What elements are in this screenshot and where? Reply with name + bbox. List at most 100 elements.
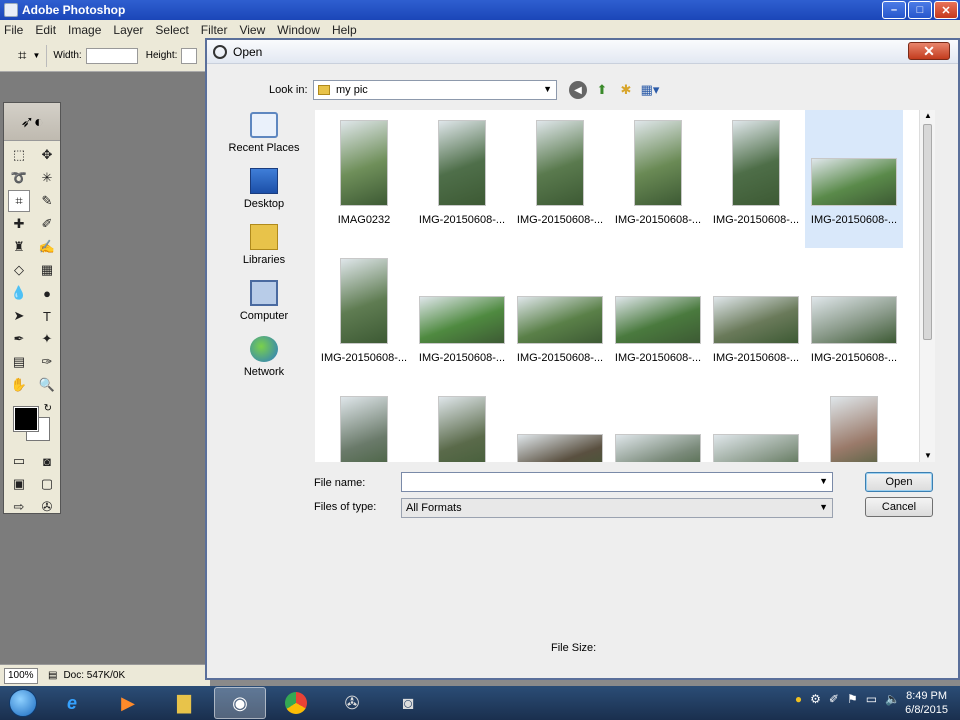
- up-folder-icon[interactable]: ⬆: [593, 81, 611, 99]
- taskbar-explorer[interactable]: ▇: [158, 687, 210, 719]
- crop-tool-button-icon[interactable]: ⌗: [8, 190, 30, 212]
- volume-icon[interactable]: 🔈: [885, 692, 900, 706]
- place-desktop[interactable]: Desktop: [225, 168, 303, 224]
- swap-colors-icon[interactable]: ↻: [44, 403, 52, 414]
- maximize-button[interactable]: □: [908, 1, 932, 19]
- toolbox-header-icon[interactable]: ➶◐: [4, 103, 60, 141]
- taskbar-chrome[interactable]: [270, 687, 322, 719]
- marquee-tool-icon[interactable]: ⬚: [8, 144, 30, 166]
- tray-cleaner-icon[interactable]: ✐: [829, 692, 839, 706]
- move-tool-icon[interactable]: ✥: [36, 144, 58, 166]
- new-folder-icon[interactable]: ✱: [617, 81, 635, 99]
- action-center-flag-icon[interactable]: ⚑: [847, 692, 858, 706]
- height-input[interactable]: [181, 47, 198, 64]
- hand-tool-icon[interactable]: ✋: [8, 374, 30, 396]
- zoom-tool-icon[interactable]: 🔍: [36, 374, 58, 396]
- menu-file[interactable]: File: [4, 23, 23, 37]
- eraser-tool-icon[interactable]: ◇: [8, 259, 30, 281]
- place-computer[interactable]: Computer: [225, 280, 303, 336]
- dialog-close-button[interactable]: ✕: [908, 42, 950, 60]
- menu-image[interactable]: Image: [68, 23, 101, 37]
- file-item[interactable]: [707, 386, 805, 462]
- file-item[interactable]: IMG-20150608-...: [609, 110, 707, 248]
- taskbar-photoshop[interactable]: ◉: [214, 687, 266, 719]
- open-button[interactable]: Open: [865, 472, 933, 492]
- slice-tool-icon[interactable]: ✎: [36, 190, 58, 212]
- minimize-button[interactable]: –: [882, 1, 906, 19]
- path-selection-tool-icon[interactable]: ➤: [8, 305, 30, 327]
- back-icon[interactable]: ◀: [569, 81, 587, 99]
- menu-filter[interactable]: Filter: [201, 23, 228, 37]
- shape-tool-icon[interactable]: ✦: [36, 328, 58, 350]
- file-item[interactable]: IMG-20150608-...: [609, 248, 707, 386]
- scroll-down-icon[interactable]: ▼: [924, 451, 932, 460]
- file-item[interactable]: [609, 386, 707, 462]
- file-item[interactable]: IMG-20150608-...: [707, 110, 805, 248]
- chevron-down-icon[interactable]: ▼: [819, 476, 828, 486]
- cancel-button[interactable]: Cancel: [865, 497, 933, 517]
- network-status-icon[interactable]: ▭: [866, 692, 877, 706]
- file-item[interactable]: [413, 386, 511, 462]
- zoom-level-field[interactable]: 100%: [4, 667, 38, 684]
- clone-stamp-tool-icon[interactable]: ♜: [8, 236, 30, 258]
- screen-mode-full-icon[interactable]: ▢: [36, 473, 58, 495]
- eyedropper-tool-icon[interactable]: ✑: [36, 351, 58, 373]
- menu-help[interactable]: Help: [332, 23, 357, 37]
- gradient-tool-icon[interactable]: ▦: [36, 259, 58, 281]
- look-in-dropdown[interactable]: my pic ▼: [313, 80, 557, 100]
- file-item[interactable]: [315, 386, 413, 462]
- pen-tool-icon[interactable]: ✒: [8, 328, 30, 350]
- magic-wand-tool-icon[interactable]: ✳: [36, 167, 58, 189]
- file-item[interactable]: IMG-20150608-...: [707, 248, 805, 386]
- menu-layer[interactable]: Layer: [113, 23, 143, 37]
- file-item[interactable]: [805, 386, 903, 462]
- place-recent-places[interactable]: Recent Places: [225, 112, 303, 168]
- menu-window[interactable]: Window: [277, 23, 320, 37]
- taskbar-internet-explorer[interactable]: e: [46, 687, 98, 719]
- file-item[interactable]: IMG-20150608-...: [413, 248, 511, 386]
- width-input[interactable]: [85, 47, 138, 64]
- taskbar-media-player[interactable]: ▶: [102, 687, 154, 719]
- brush-tool-icon[interactable]: ✐: [36, 213, 58, 235]
- place-libraries[interactable]: Libraries: [225, 224, 303, 280]
- view-menu-icon[interactable]: ▦▾: [641, 81, 660, 99]
- tray-settings-icon[interactable]: ⚙: [810, 692, 821, 706]
- menu-select[interactable]: Select: [155, 23, 188, 37]
- lasso-tool-icon[interactable]: ➰: [8, 167, 30, 189]
- files-of-type-dropdown[interactable]: All Formats ▼: [401, 498, 833, 518]
- scrollbar-thumb[interactable]: [923, 124, 932, 340]
- menu-view[interactable]: View: [239, 23, 265, 37]
- taskbar-camera-app[interactable]: ◙: [382, 687, 434, 719]
- imageready-icon[interactable]: ✇: [36, 496, 58, 518]
- tool-preset-dropdown-icon[interactable]: ▼: [32, 51, 40, 60]
- file-item[interactable]: IMG-20150608-...: [413, 110, 511, 248]
- file-item[interactable]: IMG-20150608-...: [805, 110, 903, 248]
- file-item[interactable]: IMG-20150608-...: [315, 248, 413, 386]
- file-item[interactable]: IMG-20150608-...: [805, 248, 903, 386]
- healing-brush-tool-icon[interactable]: ✚: [8, 213, 30, 235]
- file-item[interactable]: IMG-20150608-...: [511, 248, 609, 386]
- quick-mask-mode-icon[interactable]: ◙: [36, 450, 58, 472]
- file-name-input[interactable]: ▼: [401, 472, 833, 492]
- taskbar-video-app[interactable]: ✇: [326, 687, 378, 719]
- blur-tool-icon[interactable]: 💧: [8, 282, 30, 304]
- menu-edit[interactable]: Edit: [35, 23, 56, 37]
- vertical-scrollbar[interactable]: ▲ ▼: [919, 110, 935, 462]
- file-item[interactable]: IMG-20150608-...: [511, 110, 609, 248]
- close-button[interactable]: ✕: [934, 1, 958, 19]
- type-tool-icon[interactable]: T: [36, 305, 58, 327]
- system-clock[interactable]: 8:49 PM 6/8/2015: [905, 689, 948, 717]
- crop-tool-icon[interactable]: ⌗: [18, 47, 26, 64]
- standard-mode-icon[interactable]: ▭: [8, 450, 30, 472]
- place-network[interactable]: Network: [225, 336, 303, 392]
- dodge-tool-icon[interactable]: ●: [36, 282, 58, 304]
- screen-mode-standard-icon[interactable]: ▣: [8, 473, 30, 495]
- scroll-up-icon[interactable]: ▲: [924, 111, 932, 120]
- start-button[interactable]: [0, 686, 46, 720]
- file-item[interactable]: [511, 386, 609, 462]
- file-item[interactable]: IMAG0232: [315, 110, 413, 248]
- history-brush-tool-icon[interactable]: ✍: [36, 236, 58, 258]
- foreground-color-swatch[interactable]: [13, 406, 39, 432]
- jump-to-imageready-icon[interactable]: ⇨: [8, 496, 30, 518]
- notes-tool-icon[interactable]: ▤: [8, 351, 30, 373]
